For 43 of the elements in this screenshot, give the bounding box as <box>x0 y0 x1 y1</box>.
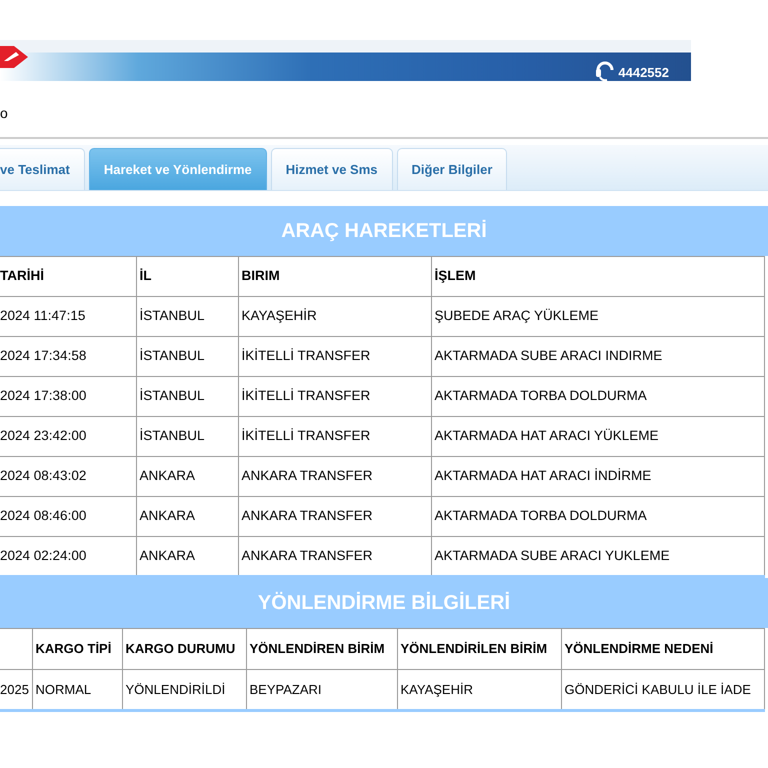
phone-number: 4442552 <box>618 64 669 81</box>
table-cell: 2024 02:24:00 <box>0 536 136 576</box>
table-cell: 2024 17:38:00 <box>0 376 136 416</box>
section-title: YÖNLENDİRME BİLGİLERİ <box>258 592 510 614</box>
table-cell: ŞUBEDE ARAÇ YÜKLEME <box>431 296 764 336</box>
table-cell: İSTANBUL <box>136 416 238 456</box>
column-header: KARGO TİPİ <box>32 628 122 670</box>
column-header: YÖNLENDİREN BİRİM <box>246 628 397 670</box>
section-title: ARAÇ HAREKETLERİ <box>281 220 487 242</box>
table-cell: 2025 <box>0 670 32 710</box>
column-header: YÖNLENDİRME NEDENİ <box>561 628 764 670</box>
table-cell: 2024 08:43:02 <box>0 456 136 496</box>
table-cell: 2024 17:34:58 <box>0 336 136 376</box>
table-cell: İKİTELLİ TRANSFER <box>238 416 431 456</box>
table-cell: İSTANBUL <box>136 376 238 416</box>
logo-icon <box>0 44 30 70</box>
column-header: KARGO DURUMU <box>122 628 246 670</box>
table-cell: İKİTELLİ TRANSFER <box>238 336 431 376</box>
column-header: BIRIM <box>238 256 431 296</box>
table-cell: İKİTELLİ TRANSFER <box>238 376 431 416</box>
table-cell: 2024 08:46:00 <box>0 496 136 536</box>
table-cell: AKTARMADA TORBA DOLDURMA <box>431 496 764 536</box>
tab[interactable]: Diğer Bilgiler <box>396 148 508 190</box>
table-cell: İSTANBUL <box>136 296 238 336</box>
table-cell: AKTARMADA HAT ARACI İNDİRME <box>431 456 764 496</box>
column-header: İŞLEM <box>431 256 764 296</box>
tab[interactable]: ve Teslimat <box>0 148 85 190</box>
table-cell: ANKARA TRANSFER <box>238 456 431 496</box>
page-label: o <box>0 105 8 121</box>
table-cell: ANKARA <box>136 456 238 496</box>
table-cell: AKTARMADA TORBA DOLDURMA <box>431 376 764 416</box>
column-header: İL <box>136 256 238 296</box>
column-header: YÖNLENDİRİLEN BİRİM <box>397 628 561 670</box>
table-cell: İSTANBUL <box>136 336 238 376</box>
column-header: TARİHİ <box>0 256 136 296</box>
tab[interactable]: Hizmet ve Sms <box>270 148 393 190</box>
table-cell: 2024 11:47:15 <box>0 296 136 336</box>
table-cell: AKTARMADA SUBE ARACI INDIRME <box>431 336 764 376</box>
table-cell: ANKARA <box>136 496 238 536</box>
table-cell: ANKARA TRANSFER <box>238 496 431 536</box>
table-cell: 2024 23:42:00 <box>0 416 136 456</box>
table-cell: AKTARMADA HAT ARACI YÜKLEME <box>431 416 764 456</box>
table-cell: KAYAŞEHİR <box>238 296 431 336</box>
